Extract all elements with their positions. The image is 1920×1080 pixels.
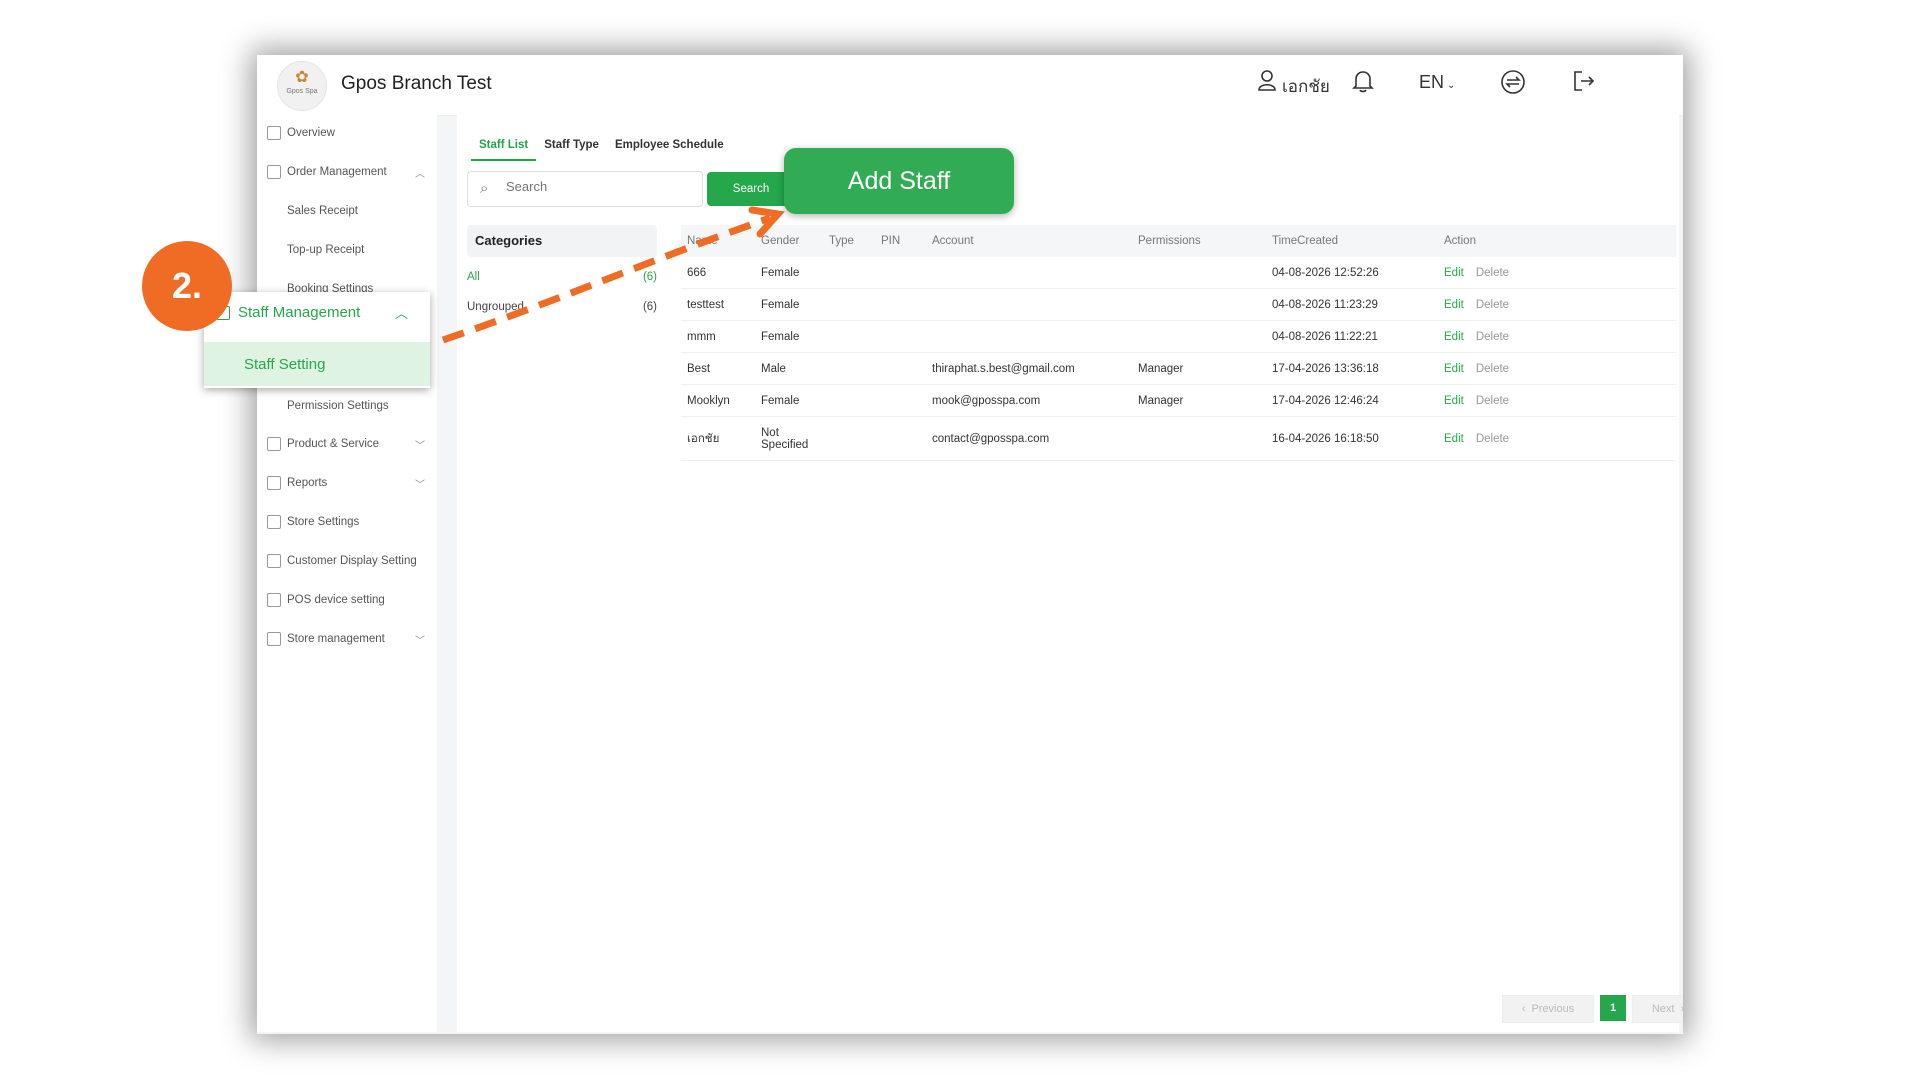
add-staff-button[interactable]: Add Staff	[784, 148, 1014, 214]
arrow-line	[441, 214, 772, 344]
